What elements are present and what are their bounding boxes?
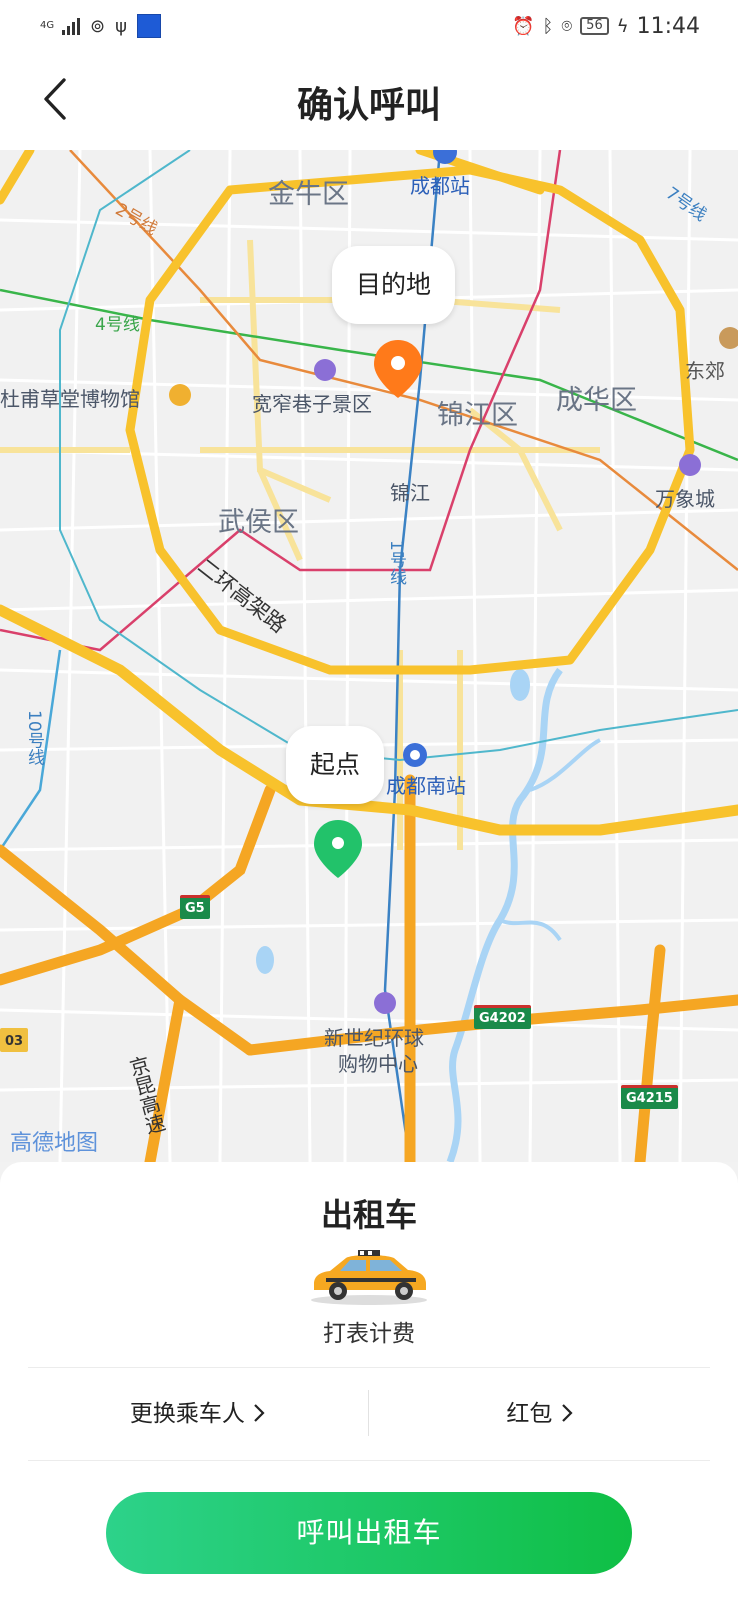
- destination-bubble[interactable]: 目的地: [332, 246, 456, 324]
- ride-options-sheet: 出租车 打表计费 更换乘车人 红包 呼叫出租车: [0, 1162, 738, 1600]
- call-taxi-button[interactable]: 呼叫出租车: [106, 1492, 632, 1574]
- origin-bubble[interactable]: 起点: [286, 726, 385, 804]
- alarm-icon: ⏰: [512, 15, 535, 37]
- poi-attraction-icon: [314, 359, 336, 381]
- map-label-district: 成华区: [556, 385, 637, 416]
- page-title: 确认呼叫: [296, 85, 441, 126]
- status-time: 11:44: [636, 13, 700, 39]
- map-label-line: 10号线: [24, 710, 44, 766]
- fare-mode: 打表计费: [323, 1321, 415, 1347]
- options-row: 更换乘车人 红包: [28, 1368, 710, 1460]
- map-label-poi: 杜甫草堂博物馆: [0, 387, 140, 411]
- status-bar: 4G ⊚ ψ ⏰ ᛒ ⌾ 56 ϟ 11:44: [0, 0, 738, 52]
- header: 确认呼叫: [0, 52, 738, 150]
- car-type-title: 出租车: [320, 1196, 417, 1234]
- map-label-district: 锦江区: [437, 400, 518, 431]
- charging-icon: ϟ: [616, 15, 629, 37]
- poi-shopping-icon: [374, 992, 396, 1014]
- map-label-line: 4号线: [95, 315, 140, 335]
- road-shield: 03: [0, 1028, 29, 1052]
- map-label-poi: 宽窄巷子景区: [252, 392, 372, 416]
- change-passenger-button[interactable]: 更换乘车人: [28, 1368, 368, 1460]
- map-label-district: 金牛区: [268, 179, 349, 210]
- poi-icon: [719, 327, 738, 349]
- red-packet-button[interactable]: 红包: [370, 1368, 710, 1460]
- map-label-line: 1号线: [386, 540, 406, 585]
- poi-shopping-icon: [679, 454, 701, 476]
- map-label-station: 成都站: [410, 174, 470, 198]
- vertical-divider: [368, 1390, 369, 1436]
- location-icon: ⌾: [561, 15, 573, 37]
- road-shield-g4202: G4202: [474, 1005, 531, 1029]
- change-passenger-label: 更换乘车人: [129, 1401, 245, 1427]
- map-label-poi: 购物中心: [338, 1052, 418, 1076]
- usb-icon: ψ: [115, 15, 127, 37]
- map-label-area: 东郊: [685, 359, 725, 383]
- signal-icon: [62, 17, 80, 35]
- chevron-right-icon: [560, 1401, 574, 1427]
- status-left: 4G ⊚ ψ: [40, 12, 161, 40]
- hotspot-icon: ⊚: [90, 15, 106, 37]
- map-label-river: 锦江: [390, 481, 430, 505]
- taxi-icon: [311, 1250, 427, 1305]
- road-shield-g5: G5: [180, 895, 210, 919]
- map-label-poi: 万象城: [655, 487, 715, 511]
- status-right: ⏰ ᛒ ⌾ 56 ϟ 11:44: [512, 12, 700, 40]
- lake: [510, 669, 530, 701]
- origin-pin-icon[interactable]: [314, 820, 362, 878]
- map-label-station: 成都南站: [386, 774, 466, 798]
- chevron-right-icon: [252, 1401, 266, 1427]
- network-type: 4G: [40, 20, 55, 31]
- lake: [256, 946, 274, 974]
- app-notification-icon: [136, 14, 161, 38]
- divider: [28, 1460, 710, 1461]
- red-packet-label: 红包: [506, 1401, 553, 1427]
- road-shield-g4215: G4215: [621, 1085, 678, 1109]
- bluetooth-icon: ᛒ: [542, 15, 554, 37]
- map-view[interactable]: 金牛区 成都站 7号线 2号线 4号线 东郊 杜甫草堂博物馆 宽窄巷子景区 锦江…: [0, 150, 738, 1162]
- poi-museum-icon: [169, 384, 191, 406]
- map-label-poi: 新世纪环球: [324, 1026, 424, 1050]
- map-watermark-logo: 高德地图: [10, 1131, 99, 1156]
- map-label-district: 武侯区: [218, 507, 299, 538]
- battery-level: 56: [580, 17, 609, 35]
